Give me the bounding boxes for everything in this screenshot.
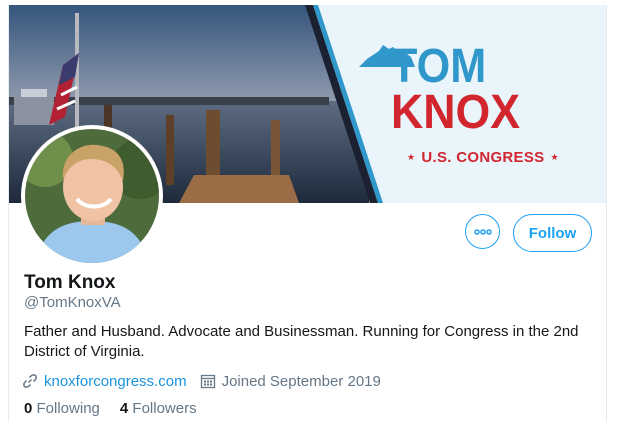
avatar-photo bbox=[25, 129, 159, 263]
user-handle: @TomKnoxVA bbox=[24, 294, 121, 311]
follow-counts: 0 Following 4 Followers bbox=[24, 400, 217, 417]
website-link-text[interactable]: knoxforcongress.com bbox=[44, 373, 187, 390]
followers-label: Followers bbox=[132, 400, 197, 417]
following-count[interactable]: 0 Following bbox=[24, 400, 100, 417]
star-icon: ★ bbox=[407, 152, 416, 162]
profile-card: TOM KNOX ★ U.S. CONGRESS ★ Follow Tom Kn… bbox=[8, 5, 607, 422]
followers-count[interactable]: 4 Followers bbox=[120, 400, 197, 417]
follow-button[interactable]: Follow bbox=[513, 214, 592, 252]
joined-date: Joined September 2019 bbox=[200, 373, 381, 390]
more-options-button[interactable] bbox=[465, 214, 500, 249]
virginia-outline-icon bbox=[359, 45, 415, 67]
website-link[interactable]: knoxforcongress.com bbox=[22, 373, 187, 390]
following-number: 0 bbox=[24, 400, 33, 417]
followers-number: 4 bbox=[119, 400, 129, 417]
ellipsis-icon bbox=[473, 228, 492, 235]
joined-date-text: Joined September 2019 bbox=[221, 372, 381, 390]
profile-bio: Father and Husband. Advocate and Busines… bbox=[24, 323, 579, 360]
following-label: Following bbox=[36, 400, 100, 417]
star-icon: ★ bbox=[550, 152, 559, 162]
calendar-icon bbox=[200, 374, 215, 389]
avatar[interactable] bbox=[21, 125, 163, 267]
link-icon bbox=[23, 374, 37, 388]
logo-tagline: ★ U.S. CONGRESS ★ bbox=[401, 149, 565, 166]
logo-tagline-text: U.S. CONGRESS bbox=[421, 149, 545, 166]
profile-meta: knoxforcongress.com Joined September 201… bbox=[22, 371, 381, 391]
campaign-logo: TOM KNOX ★ U.S. CONGRESS ★ bbox=[359, 43, 589, 173]
display-name: Tom Knox bbox=[24, 272, 116, 293]
logo-last-name: KNOX bbox=[391, 86, 520, 139]
